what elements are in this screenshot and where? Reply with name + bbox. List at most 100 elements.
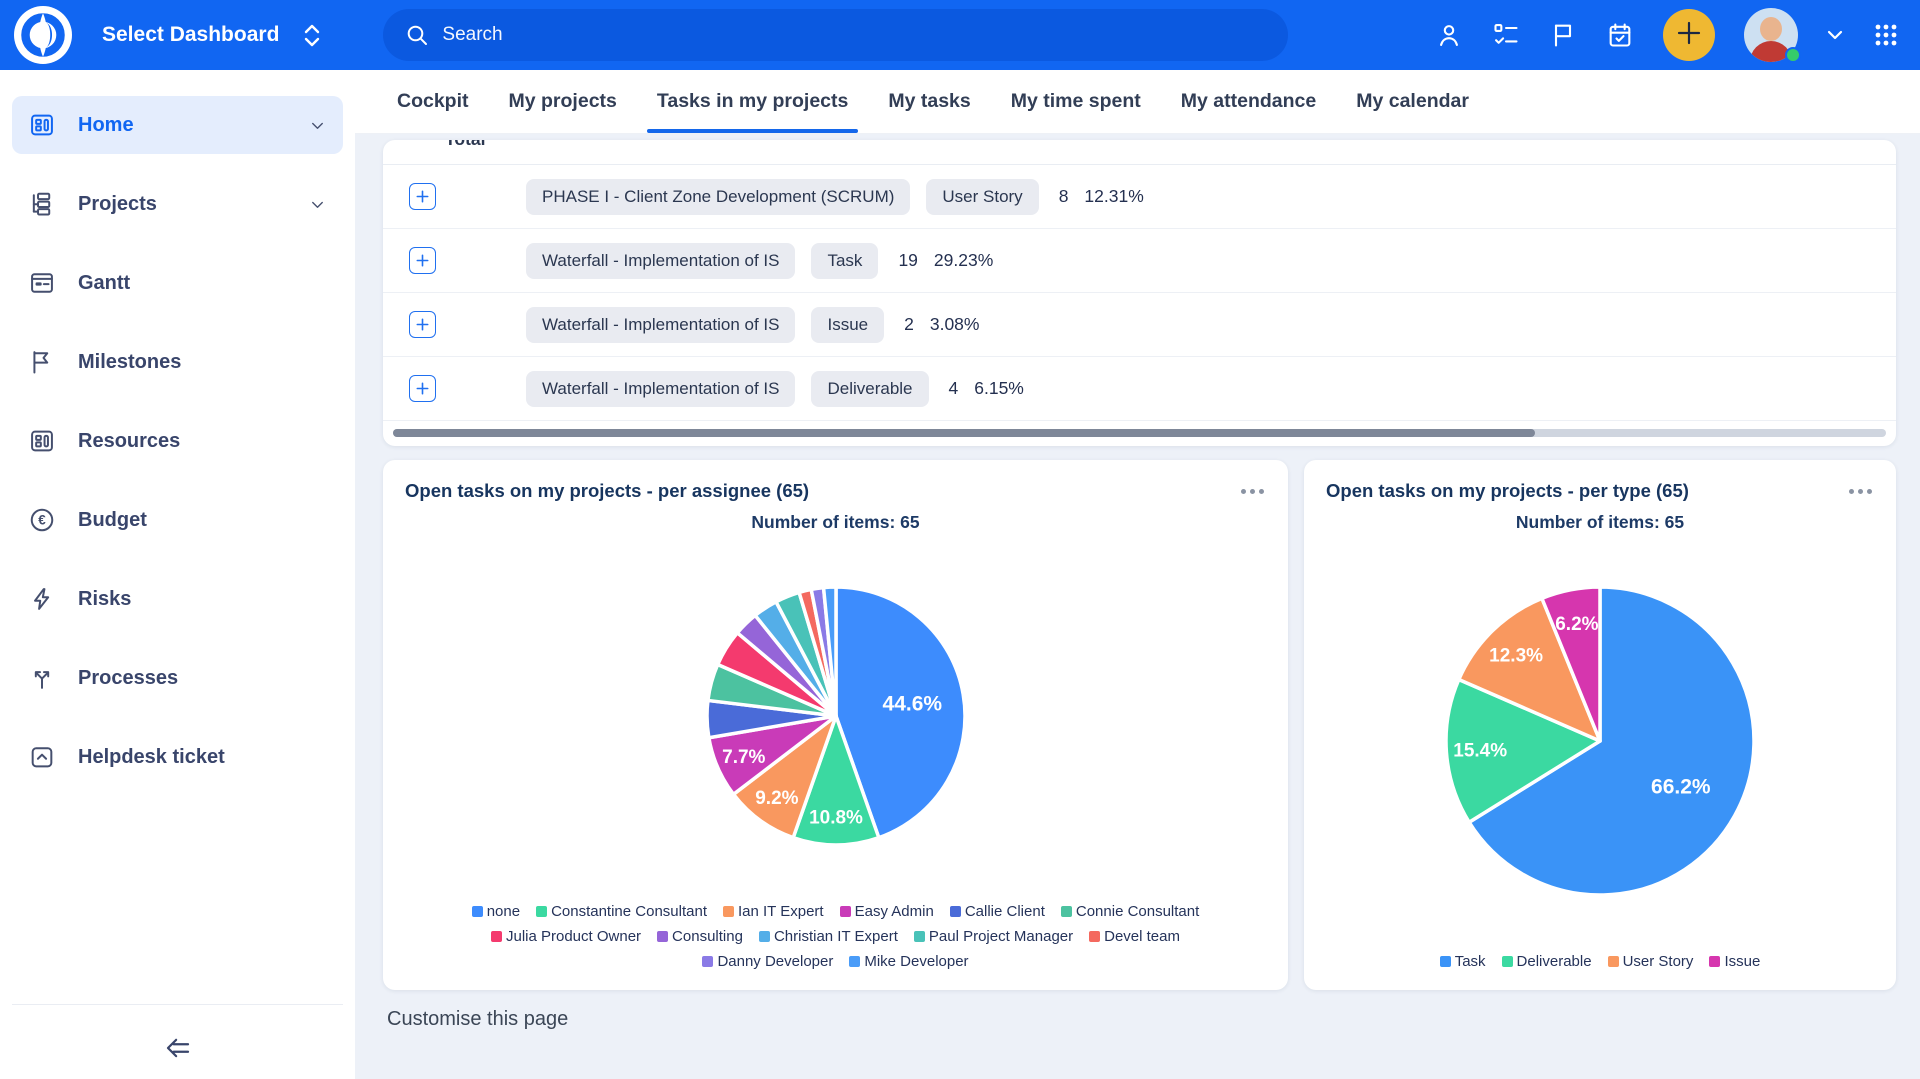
- legend-item-consulting[interactable]: Consulting: [657, 928, 743, 945]
- expand-row-button[interactable]: [409, 375, 436, 402]
- legend-label: Devel team: [1104, 928, 1180, 945]
- legend-color-chip: [702, 956, 713, 967]
- search-input[interactable]: [442, 24, 1266, 46]
- budget-icon: €: [28, 506, 56, 534]
- dashboard-selector-caret-icon[interactable]: [303, 23, 321, 48]
- legend-item-issue[interactable]: Issue: [1709, 953, 1760, 970]
- legend-item-easy-admin[interactable]: Easy Admin: [840, 903, 934, 920]
- legend-item-ian-it-expert[interactable]: Ian IT Expert: [723, 903, 824, 920]
- avatar[interactable]: [1744, 8, 1798, 62]
- task-percent: 3.08%: [930, 314, 980, 335]
- tab-my-calendar[interactable]: My calendar: [1356, 70, 1469, 133]
- tab-cockpit[interactable]: Cockpit: [397, 70, 469, 133]
- legend-color-chip: [491, 931, 502, 942]
- search-bar[interactable]: [383, 9, 1288, 61]
- collapse-sidebar-icon[interactable]: [161, 1031, 195, 1065]
- legend-item-connie-consultant[interactable]: Connie Consultant: [1061, 903, 1199, 920]
- chart-subtitle: Number of items: 65: [1326, 512, 1874, 533]
- expand-row-button[interactable]: [409, 247, 436, 274]
- tab-my-tasks[interactable]: My tasks: [888, 70, 970, 133]
- legend-item-none[interactable]: none: [472, 903, 520, 920]
- apps-grid-icon[interactable]: [1872, 21, 1900, 49]
- sidebar-item-label: Risks: [78, 588, 131, 611]
- checklist-icon[interactable]: [1492, 21, 1520, 49]
- tab-bar: Cockpit My projects Tasks in my projects My…: [355, 70, 1920, 134]
- legend-item-user-story[interactable]: User Story: [1608, 953, 1694, 970]
- projects-icon: [28, 190, 56, 218]
- expand-row-button[interactable]: [409, 311, 436, 338]
- chevron-down-icon: [308, 116, 327, 135]
- chart-card-per-assignee: Open tasks on my projects - per assignee…: [383, 460, 1288, 990]
- chart-menu-icon[interactable]: [1239, 483, 1266, 500]
- table-row: Waterfall - Implementation of ISIssue23.…: [383, 293, 1896, 357]
- legend-color-chip: [1709, 956, 1720, 967]
- legend-item-devel-team[interactable]: Devel team: [1089, 928, 1180, 945]
- legend-item-constantine-consultant[interactable]: Constantine Consultant: [536, 903, 707, 920]
- risks-icon: [28, 585, 56, 613]
- legend-item-danny-developer[interactable]: Danny Developer: [702, 953, 833, 970]
- legend-label: Consulting: [672, 928, 743, 945]
- legend-item-julia-product-owner[interactable]: Julia Product Owner: [491, 928, 641, 945]
- sidebar-item-milestones[interactable]: Milestones: [12, 333, 343, 391]
- gantt-icon: [28, 269, 56, 297]
- sidebar-item-processes[interactable]: Processes: [12, 649, 343, 707]
- tab-my-projects[interactable]: My projects: [509, 70, 617, 133]
- sidebar-item-projects[interactable]: Projects: [12, 175, 343, 233]
- legend-label: Paul Project Manager: [929, 928, 1073, 945]
- tab-my-attendance[interactable]: My attendance: [1181, 70, 1316, 133]
- chart-menu-icon[interactable]: [1847, 483, 1874, 500]
- sidebar-item-gantt[interactable]: Gantt: [12, 254, 343, 312]
- chart-subtitle: Number of items: 65: [405, 512, 1266, 533]
- sidebar-item-home[interactable]: Home: [12, 96, 343, 154]
- profile-caret-icon[interactable]: [1827, 29, 1843, 41]
- legend-item-paul-project-manager[interactable]: Paul Project Manager: [914, 928, 1073, 945]
- legend-label: User Story: [1623, 953, 1694, 970]
- pie-slice-label: 66.2%: [1651, 775, 1711, 798]
- app-logo-icon[interactable]: [14, 6, 72, 64]
- legend-color-chip: [950, 906, 961, 917]
- sidebar-item-helpdesk-ticket[interactable]: Helpdesk ticket: [12, 728, 343, 786]
- legend-label: Callie Client: [965, 903, 1045, 920]
- user-icon[interactable]: [1435, 21, 1463, 49]
- sidebar-item-budget[interactable]: € Budget: [12, 491, 343, 549]
- flag-icon[interactable]: [1549, 21, 1577, 49]
- chart-legend: none Constantine Consultant Ian IT Expert E…: [436, 903, 1236, 970]
- svg-text:€: €: [38, 513, 46, 528]
- add-button[interactable]: [1663, 9, 1715, 61]
- topbar-actions: [1435, 8, 1900, 62]
- sidebar-item-label: Budget: [78, 509, 147, 532]
- sidebar-item-label: Helpdesk ticket: [78, 746, 225, 769]
- task-type-pill: Issue: [811, 307, 884, 343]
- legend-label: Ian IT Expert: [738, 903, 824, 920]
- dashboard-selector[interactable]: Select Dashboard: [102, 23, 279, 47]
- legend-item-callie-client[interactable]: Callie Client: [950, 903, 1045, 920]
- customise-page-link[interactable]: Customise this page: [387, 1008, 1896, 1031]
- tab-tasks-in-my-projects[interactable]: Tasks in my projects: [657, 70, 848, 133]
- legend-label: Issue: [1724, 953, 1760, 970]
- sidebar-item-risks[interactable]: Risks: [12, 570, 343, 628]
- legend-item-mike-developer[interactable]: Mike Developer: [849, 953, 968, 970]
- tab-my-time-spent[interactable]: My time spent: [1011, 70, 1141, 133]
- legend-color-chip: [657, 931, 668, 942]
- legend-item-task[interactable]: Task: [1440, 953, 1486, 970]
- task-percent: 6.15%: [974, 378, 1024, 399]
- chevron-down-icon: [308, 195, 327, 214]
- expand-row-button[interactable]: [409, 183, 436, 210]
- chart-card-per-type: Open tasks on my projects - per type (65…: [1304, 460, 1896, 990]
- table-clipped-total-row: Total: [383, 140, 1896, 165]
- task-count: 8: [1059, 186, 1069, 207]
- legend-item-christian-it-expert[interactable]: Christian IT Expert: [759, 928, 898, 945]
- legend-label: Connie Consultant: [1076, 903, 1199, 920]
- legend-item-deliverable[interactable]: Deliverable: [1502, 953, 1592, 970]
- horizontal-scrollbar-thumb[interactable]: [393, 429, 1535, 437]
- legend-label: none: [487, 903, 520, 920]
- topbar: Select Dashboard: [0, 0, 1920, 70]
- table-row: Waterfall - Implementation of ISTask1929…: [383, 229, 1896, 293]
- main-area: Cockpit My projects Tasks in my projects My…: [355, 70, 1920, 1079]
- chart-title: Open tasks on my projects - per assignee…: [405, 480, 809, 502]
- sidebar-item-resources[interactable]: Resources: [12, 412, 343, 470]
- table-rows: PHASE I - Client Zone Development (SCRUM…: [383, 165, 1896, 421]
- pie-chart-per-type: 66.2%15.4%12.3%6.2%: [1326, 533, 1874, 949]
- pie-slice-label: 44.6%: [882, 692, 942, 715]
- calendar-icon[interactable]: [1606, 21, 1634, 49]
